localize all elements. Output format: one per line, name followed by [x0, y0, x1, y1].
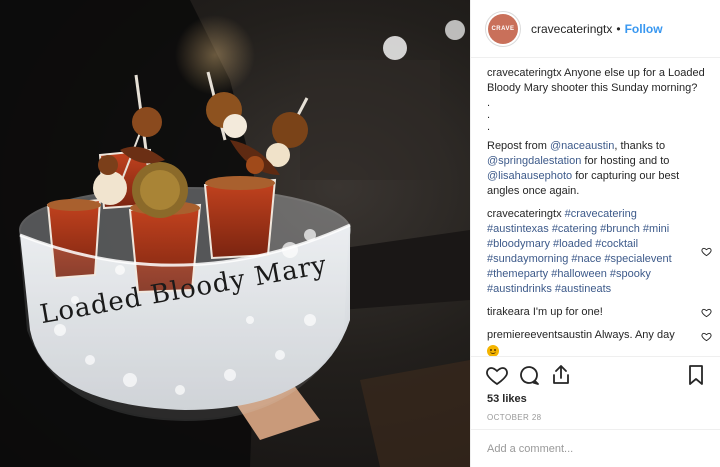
hashtag-comment: cravecateringtx #cravecatering #austinte… — [487, 207, 712, 297]
comment-username[interactable]: tirakeara — [487, 306, 530, 318]
comment-item: premiereeventsaustin Always. Any day — [487, 328, 712, 356]
repost-mid: for hosting and to — [581, 155, 670, 167]
repost-text: Repost from @naceaustin, thanks to @spri… — [487, 139, 712, 199]
caption-dot: . — [487, 109, 491, 121]
caption: cravecateringtx Anyone else up for a Loa… — [487, 66, 712, 199]
add-comment-bar — [471, 429, 720, 467]
mention-link[interactable]: @naceaustin — [550, 140, 614, 152]
actions-area: 53 likes OCTOBER 28 — [471, 356, 720, 422]
mention-link[interactable]: @lisahausephoto — [487, 170, 572, 182]
post-photo[interactable]: Loaded Bloody Mary — [0, 0, 470, 467]
share-icon[interactable] — [549, 363, 573, 387]
header-username[interactable]: cravecateringtx — [531, 22, 612, 36]
comment-username[interactable]: cravecateringtx — [487, 208, 562, 220]
comment-like-heart-icon[interactable] — [701, 307, 712, 318]
comment-item: tirakeara I'm up for one! — [487, 305, 712, 320]
instagram-post: Loaded Bloody Mary CRAVE cravecateringtx… — [0, 0, 720, 467]
comment-username[interactable]: premiereeventsaustin — [487, 329, 592, 341]
avatar-image: CRAVE — [488, 13, 518, 44]
comment-like-heart-icon[interactable] — [701, 331, 712, 342]
avatar[interactable]: CRAVE — [485, 10, 521, 47]
caption-dots: . . . — [487, 97, 712, 133]
like-count[interactable]: 53 likes — [471, 393, 720, 405]
comment-like-heart-icon[interactable] — [701, 246, 712, 257]
heart-icon[interactable] — [485, 363, 509, 387]
header-separator: • — [616, 21, 621, 36]
comment-icon[interactable] — [517, 363, 541, 387]
caption-username[interactable]: cravecateringtx — [487, 67, 562, 79]
hashtag-links[interactable]: #cravecatering #austintexas #catering #b… — [487, 208, 672, 295]
post-header: CRAVE cravecateringtx • Follow — [471, 0, 720, 58]
repost-prefix: Repost from — [487, 140, 550, 152]
post-sidebar: CRAVE cravecateringtx • Follow cravecate… — [470, 0, 720, 467]
mention-link[interactable]: @springdalestation — [487, 155, 581, 167]
bookmark-icon[interactable] — [684, 363, 708, 387]
follow-button[interactable]: Follow — [625, 22, 663, 36]
avatar-logo-text: CRAVE — [491, 25, 515, 32]
repost-mid: , thanks to — [614, 140, 666, 152]
grinning-emoji-icon — [487, 343, 692, 356]
comment-text: I'm up for one! — [532, 306, 603, 318]
caption-dot: . — [487, 97, 491, 109]
caption-dot: . — [487, 121, 491, 133]
post-date[interactable]: OCTOBER 28 — [471, 413, 720, 422]
bloody-mary-tray-image: Loaded Bloody Mary — [0, 0, 470, 467]
comment-text: Always. Any day — [594, 329, 675, 341]
action-bar — [471, 357, 720, 393]
comments-list[interactable]: cravecateringtx Anyone else up for a Loa… — [487, 66, 712, 356]
add-comment-input[interactable] — [487, 442, 707, 455]
